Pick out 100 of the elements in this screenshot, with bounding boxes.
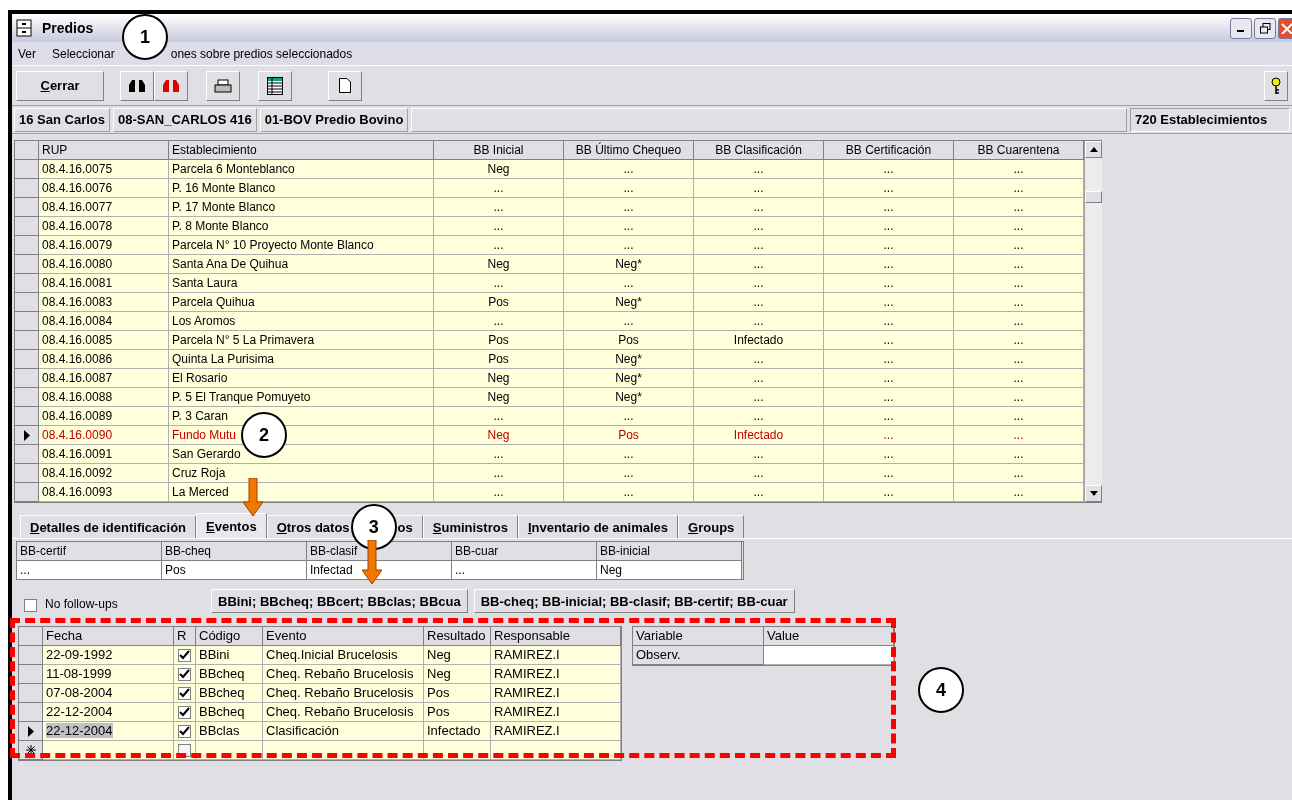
table-cell: ... [694,445,824,464]
row-marker[interactable] [15,388,39,407]
table-cell: ... [824,160,954,179]
table-cell: BBcheq [196,703,263,722]
row-marker[interactable] [15,369,39,388]
tab[interactable]: Suministros [422,515,518,538]
column-header[interactable]: Establecimiento [169,141,434,160]
row-marker[interactable] [15,445,39,464]
tab[interactable]: Groups [678,515,745,538]
table-cell: 07-08-2004 [43,684,174,703]
row-marker[interactable] [15,312,39,331]
table-cell: Cruz Roja [169,464,434,483]
row-marker[interactable] [15,331,39,350]
row-marker[interactable] [15,179,39,198]
scrollbar-thumb[interactable] [1085,191,1102,203]
menu-item[interactable]: Seleccionar [52,46,115,61]
column-header[interactable]: Evento [263,627,424,646]
binoculars-icon [162,78,180,93]
table-cell: Pos [564,426,694,445]
column-header[interactable]: BB Inicial [434,141,564,160]
table-cell: BBini [196,646,263,665]
column-header[interactable]: BB Clasificación [694,141,824,160]
table-cell: 08.4.16.0081 [39,274,169,293]
table-cell: ... [694,274,824,293]
filter-button[interactable]: BB-cheq; BB-inicial; BB-clasif; BB-certif; BB-cuar [473,589,795,613]
column-header[interactable]: Fecha [43,627,174,646]
restore-button[interactable] [1254,17,1276,39]
column-header: BB-certif [17,542,162,561]
column-header[interactable]: Código [196,627,263,646]
checkbox[interactable] [178,648,191,662]
help-button[interactable] [1264,70,1288,101]
filter-button[interactable]: BBini; BBcheq; BBcert; BBclas; BBcua [211,589,468,613]
binoculars-button[interactable] [120,70,154,101]
table-cell: RAMIREZ.I [491,646,621,665]
row-marker[interactable] [15,293,39,312]
menu-item[interactable]: ones sobre predios seleccionados [170,46,353,61]
column-header[interactable]: R [174,627,196,646]
up-arrow-icon [1089,147,1098,152]
table-cell: ... [694,312,824,331]
current-row-icon [22,429,31,441]
row-marker[interactable] [15,198,39,217]
table-cell: 08.4.16.0077 [39,198,169,217]
row-marker[interactable] [19,646,43,665]
table-icon [267,76,283,95]
table-cell: 22-09-1992 [43,646,174,665]
down-arrow-icon [1089,491,1098,496]
column-header[interactable]: RUP [39,141,169,160]
row-marker[interactable] [15,350,39,369]
print-button[interactable] [206,70,240,101]
row-marker[interactable] [19,722,43,741]
table-cell: ... [17,561,162,579]
checkbox[interactable] [178,686,191,700]
checkbox[interactable] [178,724,191,738]
column-header[interactable]: Responsable [491,627,621,646]
row-marker[interactable] [15,483,39,502]
row-marker[interactable] [15,217,39,236]
checkbox[interactable] [24,598,37,612]
row-marker[interactable] [15,407,39,426]
row-marker[interactable] [15,160,39,179]
value-field[interactable] [764,646,894,665]
table-button[interactable] [258,70,292,101]
row-marker[interactable] [19,703,43,722]
table-cell: ... [434,274,564,293]
table-cell: ... [954,217,1084,236]
table-cell: Pos [434,293,564,312]
table-cell: Santa Laura [169,274,434,293]
table-cell: ... [824,426,954,445]
arrow-icon [243,478,263,516]
tab[interactable]: Detalles de identificación [20,515,197,538]
table-cell: Santa Ana De Quihua [169,255,434,274]
checkbox[interactable] [178,705,191,719]
tab[interactable]: Eventos [196,513,267,538]
row-marker[interactable] [19,684,43,703]
checkbox[interactable] [178,667,191,681]
close-button[interactable]: Cerrar [16,70,104,101]
column-header[interactable]: BB Certificación [824,141,954,160]
row-marker[interactable] [15,236,39,255]
tab[interactable]: Inventario de animales [517,515,679,538]
column-header[interactable]: BB Último Chequeo [564,141,694,160]
row-marker[interactable] [15,274,39,293]
row-marker[interactable] [15,426,39,445]
cabinet-icon [16,19,32,37]
table-cell: Infectado [424,722,491,741]
table-cell: 22-12-2004 [43,703,174,722]
table-cell: ... [824,407,954,426]
table-cell: 08.4.16.0076 [39,179,169,198]
new-document-button[interactable] [328,70,362,101]
row-marker[interactable] [19,665,43,684]
table-cell: ... [694,407,824,426]
binoculars-icon [128,78,146,93]
row-marker[interactable] [15,464,39,483]
menu-item[interactable]: Ver [18,46,36,61]
table-cell: ... [954,274,1084,293]
row-marker[interactable] [15,255,39,274]
scrollbar[interactable] [1084,141,1102,502]
table-cell: Pos [434,331,564,350]
column-header[interactable]: BB Cuarentena [954,141,1084,160]
close-button[interactable] [1278,17,1292,39]
minimize-button[interactable] [1230,17,1252,39]
column-header[interactable]: Resultado [424,627,491,646]
